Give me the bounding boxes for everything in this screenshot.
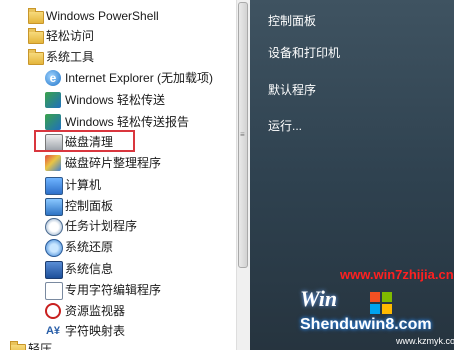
- item-label: Windows PowerShell: [46, 9, 159, 23]
- defragmenter-icon: [45, 155, 61, 171]
- item-label: 轻压: [28, 342, 53, 350]
- start-menu-right-pane: 控制面板 设备和打印机 默认程序 运行...: [250, 0, 454, 350]
- task-scheduler-icon: [45, 218, 63, 236]
- windows-flag-icon: [370, 292, 392, 314]
- control-panel-icon: [45, 198, 63, 216]
- item-label: 专用字符编辑程序: [65, 283, 162, 297]
- item-label: Windows 轻松传送: [65, 93, 166, 107]
- folder-icon: [28, 28, 44, 44]
- item-label: 资源监视器: [65, 304, 126, 318]
- right-item-run[interactable]: 运行...: [268, 117, 302, 134]
- watermark-url: www.win7zhijia.cn: [340, 267, 454, 282]
- item-label: 轻松访问: [46, 29, 95, 43]
- item-label: 控制面板: [65, 199, 114, 213]
- folder-icon: [28, 8, 44, 24]
- easy-transfer-report-icon: [45, 114, 61, 130]
- computer-icon: [45, 177, 63, 195]
- item-label: 任务计划程序: [65, 219, 138, 233]
- char-editor-icon: [45, 282, 63, 300]
- right-item-devices-printers[interactable]: 设备和打印机: [268, 44, 340, 61]
- resource-monitor-icon: [45, 303, 61, 319]
- item-label: Internet Explorer (无加载项): [65, 71, 214, 85]
- item-label: 字符映射表: [65, 324, 126, 338]
- scrollbar-thumb[interactable]: ≡: [238, 2, 248, 268]
- right-item-control-panel[interactable]: 控制面板: [268, 12, 316, 29]
- item-label: 系统工具: [46, 50, 95, 64]
- win7-logo-text: Win: [300, 286, 338, 311]
- item-label: 计算机: [65, 178, 102, 192]
- item-label: 系统还原: [65, 240, 114, 254]
- system-restore-icon: [45, 239, 63, 257]
- watermark-brand: Shenduwin8.com: [300, 316, 432, 333]
- right-item-default-programs[interactable]: 默认程序: [268, 81, 316, 98]
- internet-explorer-icon: e: [45, 70, 61, 86]
- folder-icon: [28, 49, 44, 65]
- item-label: 系统信息: [65, 262, 114, 276]
- watermark-site: www.kzmyk.com: [396, 336, 454, 346]
- character-map-icon: A¥: [45, 325, 61, 337]
- grip-icon: ≡: [240, 130, 245, 139]
- system-info-icon: [45, 261, 63, 279]
- programs-list: Windows PowerShell 轻松访问 系统工具 e Internet …: [0, 0, 236, 350]
- easy-transfer-icon: [45, 92, 61, 108]
- folder-icon: [10, 341, 26, 350]
- item-label: 磁盘碎片整理程序: [65, 156, 162, 170]
- scrollbar[interactable]: ≡: [236, 0, 250, 350]
- disk-cleanup-highlight-box: [34, 130, 135, 152]
